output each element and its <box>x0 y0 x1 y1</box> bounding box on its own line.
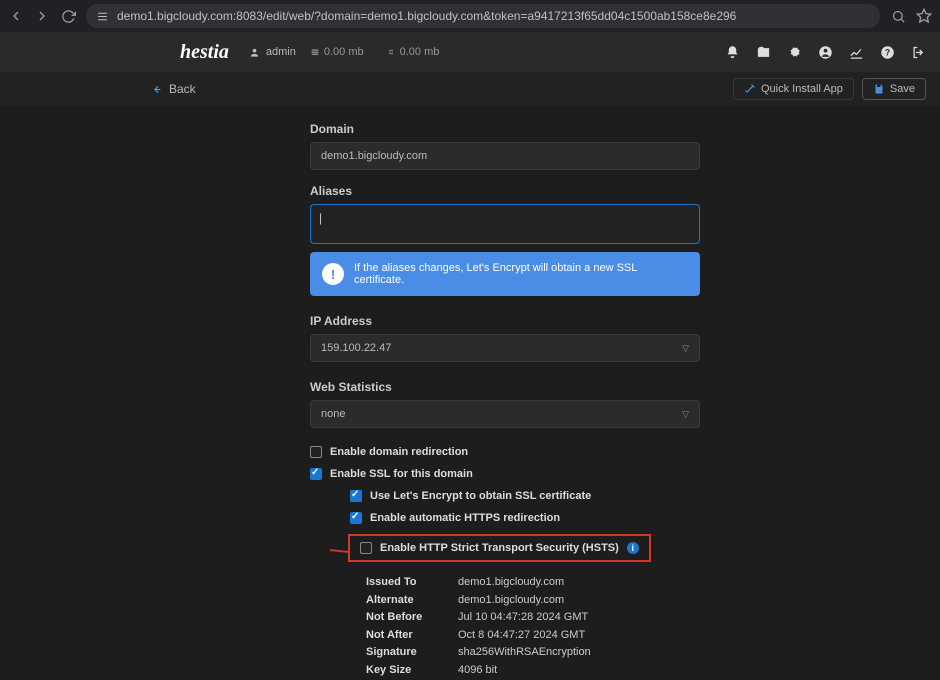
browser-reload-icon[interactable] <box>60 8 76 24</box>
magic-wand-icon <box>744 83 756 95</box>
hsts-label: Enable HTTP Strict Transport Security (H… <box>380 542 619 554</box>
aliases-label: Aliases <box>310 184 940 198</box>
site-controls-icon <box>96 10 109 23</box>
quick-install-button[interactable]: Quick Install App <box>733 78 854 100</box>
checkbox-icon <box>350 490 362 502</box>
checkbox-hsts[interactable] <box>360 542 372 554</box>
bookmark-star-icon[interactable] <box>916 8 932 24</box>
alert-text: If the aliases changes, Let's Encrypt wi… <box>354 262 688 286</box>
disk-usage: 0.00 mb <box>324 46 364 58</box>
checkbox-icon <box>350 512 362 524</box>
stats-value: none <box>321 408 345 420</box>
svg-text:?: ? <box>885 47 890 57</box>
gear-icon[interactable] <box>787 45 802 60</box>
ip-select[interactable]: 159.100.22.47 ▽ <box>310 334 700 362</box>
save-icon <box>873 83 885 95</box>
domain-input[interactable]: demo1.bigcloudy.com <box>310 142 700 170</box>
user-icon <box>249 47 260 58</box>
domain-label: Domain <box>310 122 940 136</box>
back-label: Back <box>169 82 196 96</box>
ip-label: IP Address <box>310 314 940 328</box>
chevron-down-icon: ▽ <box>682 409 689 420</box>
alias-alert: ! If the aliases changes, Let's Encrypt … <box>310 252 700 296</box>
browser-back-icon[interactable] <box>8 8 24 24</box>
stats-select[interactable]: none ▽ <box>310 400 700 428</box>
arrow-left-icon <box>150 83 163 96</box>
checkbox-domain-redirect[interactable]: Enable domain redirection <box>310 446 940 458</box>
checkbox-icon <box>310 446 322 458</box>
ip-value: 159.100.22.47 <box>321 342 391 354</box>
info-icon: ! <box>322 263 344 285</box>
checkbox-https-redirect[interactable]: Enable automatic HTTPS redirection <box>350 512 940 524</box>
stats-icon[interactable] <box>849 45 864 60</box>
hestia-logo: hestia <box>180 41 229 64</box>
help-icon[interactable]: ? <box>880 45 895 60</box>
stats-label: Web Statistics <box>310 380 940 394</box>
checkbox-enable-ssl[interactable]: Enable SSL for this domain <box>310 468 940 480</box>
save-button[interactable]: Save <box>862 78 926 100</box>
account-icon[interactable] <box>818 45 833 60</box>
logout-icon[interactable] <box>911 45 926 60</box>
user-name[interactable]: admin <box>266 46 296 58</box>
chevron-down-icon: ▽ <box>682 343 689 354</box>
url-text: demo1.bigcloudy.com:8083/edit/web/?domai… <box>117 9 870 23</box>
bandwidth-usage: 0.00 mb <box>400 46 440 58</box>
info-icon[interactable]: i <box>627 542 639 554</box>
certificate-info: Issued Todemo1.bigcloudy.com Alternatede… <box>366 574 940 680</box>
back-button[interactable]: Back <box>150 82 196 96</box>
hsts-highlight-box: Enable HTTP Strict Transport Security (H… <box>348 534 651 562</box>
files-icon[interactable] <box>756 45 771 60</box>
checkbox-icon <box>310 468 322 480</box>
browser-forward-icon[interactable] <box>34 8 50 24</box>
notifications-icon[interactable] <box>725 45 740 60</box>
save-label: Save <box>890 83 915 95</box>
checkbox-lets-encrypt[interactable]: Use Let's Encrypt to obtain SSL certific… <box>350 490 940 502</box>
callout-arrow-icon <box>330 549 348 553</box>
zoom-icon[interactable] <box>890 8 906 24</box>
quick-install-label: Quick Install App <box>761 83 843 95</box>
url-bar[interactable]: demo1.bigcloudy.com:8083/edit/web/?domai… <box>86 4 880 28</box>
aliases-textarea[interactable]: | <box>310 204 700 244</box>
